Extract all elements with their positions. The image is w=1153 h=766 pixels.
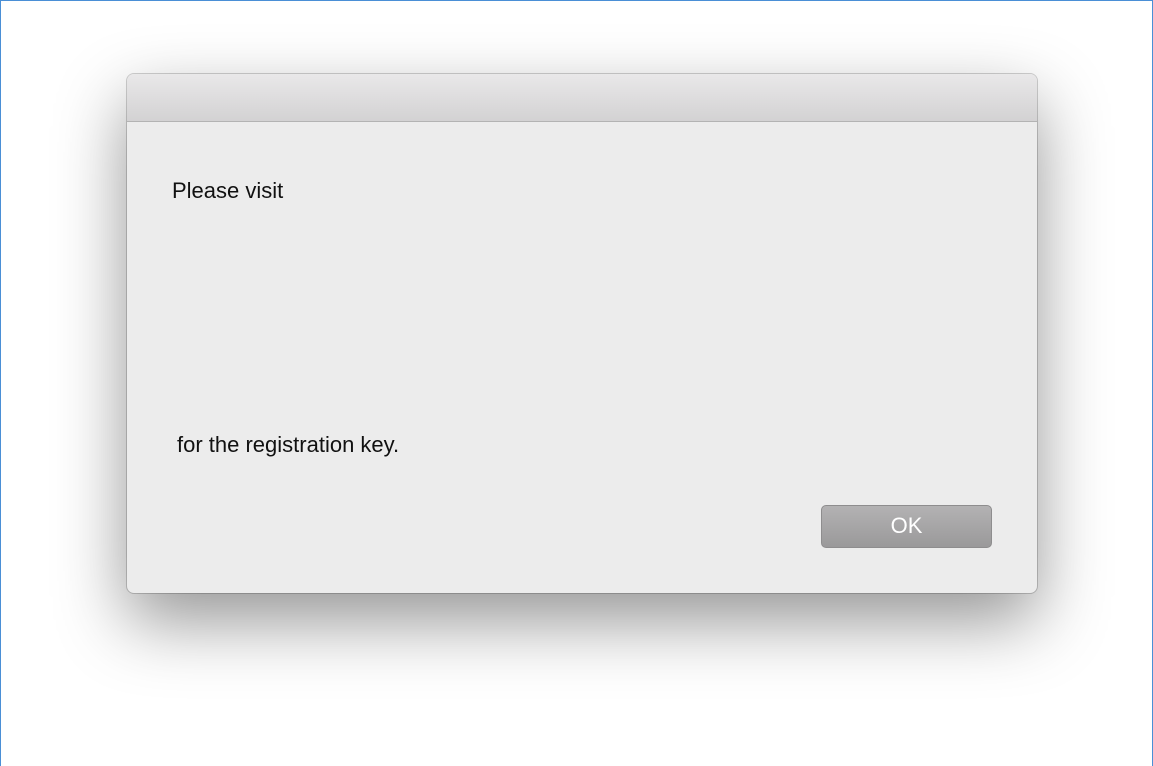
registration-dialog: Please visit for the registration key. O… (127, 74, 1037, 593)
message-line-2: for the registration key. (177, 432, 400, 457)
dialog-titlebar[interactable] (127, 74, 1037, 122)
message-line-1: Please visit (172, 178, 284, 203)
ok-button[interactable]: OK (821, 505, 992, 548)
